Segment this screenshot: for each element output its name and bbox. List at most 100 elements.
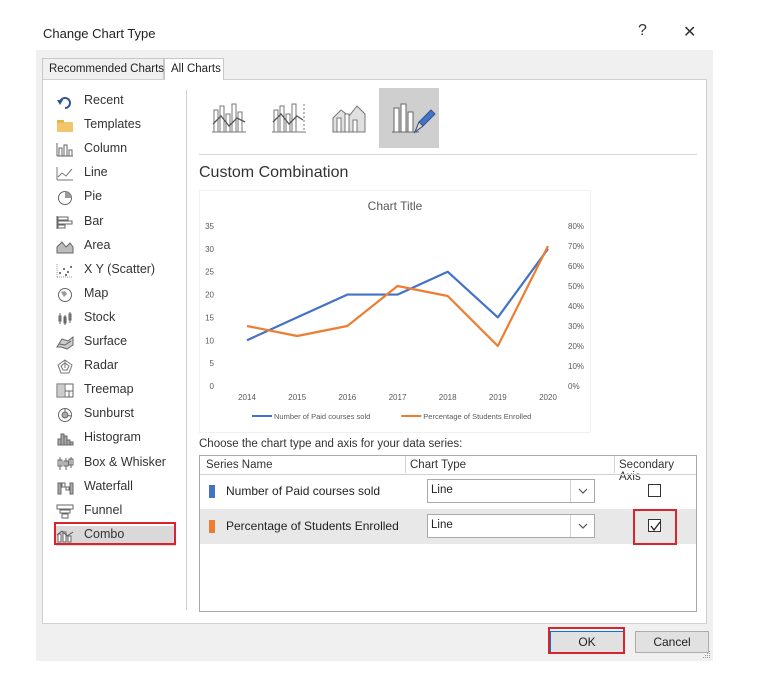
table-row: Percentage of Students Enrolled Line [200, 509, 696, 544]
x-axis-tick-label: 2017 [389, 393, 407, 402]
chart-type-dropdown-2[interactable]: Line [427, 514, 595, 538]
category-item-area[interactable]: Area [56, 237, 176, 257]
y-axis-tick-label: 35 [205, 222, 214, 231]
combo-line-chart: Chart Title 0 5 10 15 20 25 30 35 0% 10% 20% 30% 40% 5… [205, 199, 584, 421]
tab-recommended-charts[interactable]: Recommended Charts [42, 58, 164, 80]
y-axis-tick-label: 0 [210, 382, 215, 391]
category-label: Radar [84, 358, 119, 373]
sunburst-chart-icon [58, 408, 72, 423]
tab-all-charts[interactable]: All Charts [164, 58, 224, 80]
series-table-label: Choose the chart type and axis for your … [199, 438, 463, 450]
subtype-custom-combination[interactable] [379, 88, 439, 148]
header-divider [405, 456, 406, 473]
stock-chart-icon [58, 311, 72, 325]
area-chart-icon [56, 240, 74, 254]
category-label: Treemap [84, 382, 134, 397]
category-item-column[interactable]: Column [56, 140, 176, 160]
category-item-histogram[interactable]: Histogram [56, 429, 176, 449]
line-chart-icon [56, 167, 73, 181]
subtype-clustered-column-line-secondary[interactable] [259, 88, 319, 148]
chart-type-dropdown-1[interactable]: Line [427, 479, 595, 503]
category-label: Templates [84, 117, 141, 132]
category-label: X Y (Scatter) [84, 261, 156, 276]
category-item-surface[interactable]: Surface [56, 333, 176, 353]
y2-axis-tick-label: 0% [568, 382, 580, 391]
header-divider [614, 456, 615, 473]
series-name-1: Number of Paid courses sold [226, 484, 381, 498]
ok-highlight-box [548, 627, 625, 654]
waterfall-chart-icon [57, 482, 74, 495]
y2-axis-tick-label: 60% [568, 262, 584, 271]
category-label: Histogram [84, 430, 141, 445]
category-item-sunburst[interactable]: Sunburst [56, 405, 176, 425]
series-color-swatch [209, 485, 215, 498]
category-item-map[interactable]: Map [56, 285, 176, 305]
custom-combination-icon [392, 103, 436, 134]
category-label: Surface [84, 334, 128, 348]
category-label: Box & Whisker [84, 454, 166, 469]
category-item-x-y-scatter[interactable]: X Y (Scatter) [56, 261, 176, 281]
chart-preview: Chart Title 0 5 10 15 20 25 30 35 0% 10% 20% 30% 40% 5… [199, 190, 591, 433]
close-button[interactable]: ✕ [683, 22, 696, 42]
subtype-stacked-area-clustered-column[interactable] [319, 88, 379, 148]
y2-axis-tick-label: 50% [568, 282, 584, 291]
y2-axis-tick-label: 30% [568, 322, 584, 331]
category-label: Funnel [84, 502, 123, 517]
category-label: Stock [84, 309, 116, 324]
series-table: Series Name Chart Type Secondary Axis Nu… [199, 455, 697, 612]
section-title: Custom Combination [199, 164, 349, 181]
y2-axis-tick-label: 70% [568, 242, 584, 251]
secondary-axis-checkbox-1[interactable] [648, 484, 661, 497]
category-item-templates[interactable]: Templates [56, 116, 176, 136]
category-label: Pie [84, 189, 103, 204]
category-item-radar[interactable]: Radar [56, 357, 176, 377]
help-button[interactable]: ? [638, 22, 647, 40]
pencil-icon [413, 109, 436, 134]
column-chart-icon [56, 143, 73, 157]
category-item-line[interactable]: Line [56, 164, 176, 184]
category-item-waterfall[interactable]: Waterfall [56, 478, 176, 498]
category-item-funnel[interactable]: Funnel [56, 502, 176, 522]
scatter-chart-icon [56, 263, 73, 278]
y-axis-tick-label: 10 [205, 336, 214, 345]
x-axis-tick-label: 2016 [338, 393, 356, 402]
chevron-down-icon[interactable] [570, 515, 594, 537]
pie-chart-icon [58, 191, 72, 206]
y2-axis-tick-label: 80% [568, 222, 584, 231]
chevron-down-icon[interactable] [570, 480, 594, 502]
recent-icon [57, 97, 71, 109]
treemap-chart-icon [56, 383, 74, 398]
category-item-bar[interactable]: Bar [56, 213, 176, 233]
chart-title: Chart Title [368, 199, 423, 213]
category-item-box-whisker[interactable]: Box & Whisker [56, 454, 176, 474]
category-item-pie[interactable]: Pie [56, 188, 176, 208]
y-axis-tick-label: 25 [205, 268, 214, 277]
subtype-clustered-column-line[interactable] [199, 88, 259, 148]
clustered-column-line-icon [212, 103, 246, 133]
folder-icon [57, 120, 73, 133]
cancel-button[interactable]: Cancel [635, 631, 709, 653]
x-axis-tick-label: 2019 [489, 393, 507, 402]
category-item-stock[interactable]: Stock [56, 309, 176, 329]
x-axis-tick-label: 2015 [288, 393, 306, 402]
histogram-chart-icon [57, 433, 74, 446]
series-name-2: Percentage of Students Enrolled [226, 519, 399, 533]
category-item-recent[interactable]: Recent [56, 92, 176, 112]
combo-highlight-box [54, 522, 176, 545]
category-item-treemap[interactable]: Treemap [56, 381, 176, 401]
y-axis-tick-label: 5 [210, 359, 215, 368]
resize-grip-icon[interactable] [702, 650, 711, 659]
stacked-area-clustered-column-icon [332, 105, 366, 133]
series-color-swatch [209, 520, 215, 533]
category-label: Map [84, 285, 109, 300]
x-axis-tick-label: 2018 [439, 393, 457, 402]
map-chart-icon [58, 287, 72, 302]
header-series-name: Series Name [206, 459, 273, 471]
series-line-2 [246, 245, 549, 348]
category-label: Recent [84, 93, 124, 107]
legend-entry-2: Percentage of Students Enrolled [423, 412, 531, 421]
dialog-title: Change Chart Type [43, 26, 156, 41]
subtype-separator [199, 154, 697, 155]
checkbox-highlight-box [633, 509, 677, 545]
y-axis-tick-label: 30 [205, 245, 214, 254]
